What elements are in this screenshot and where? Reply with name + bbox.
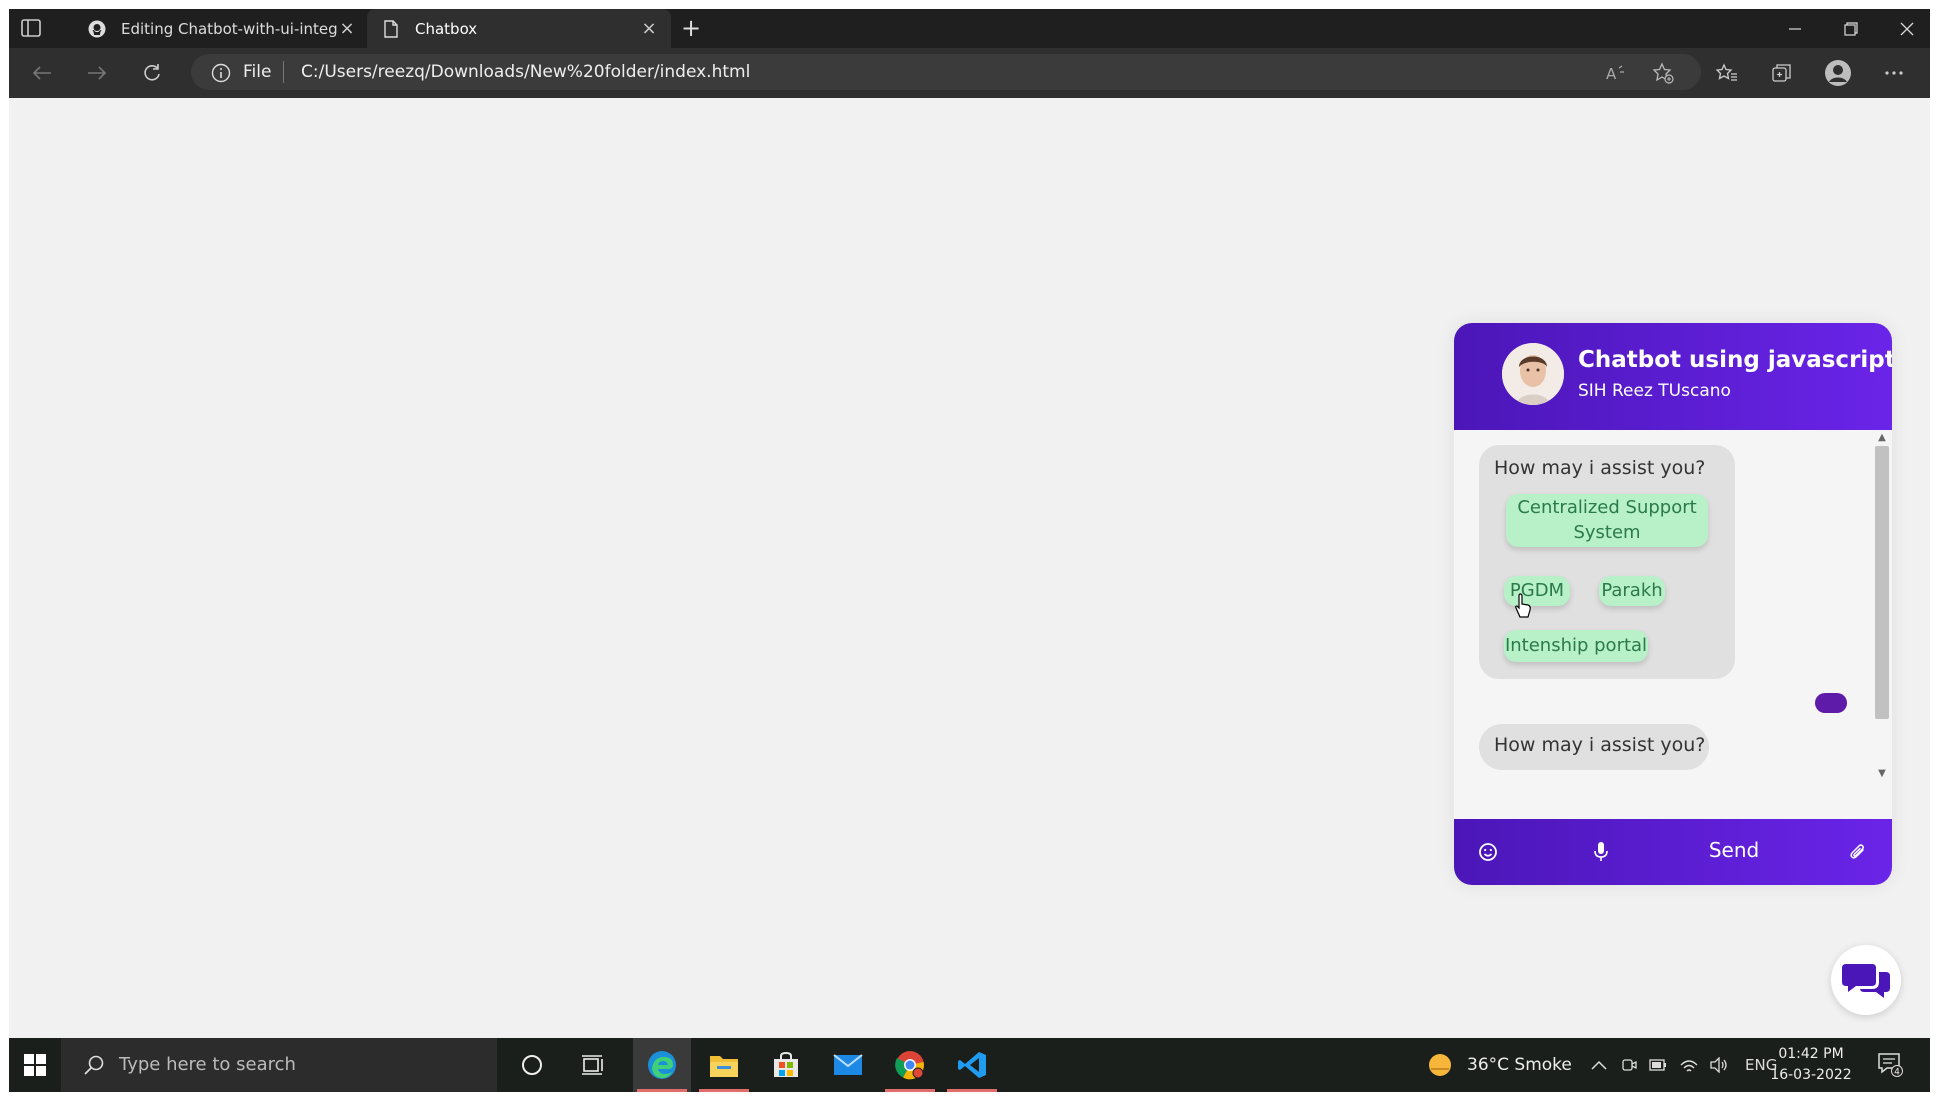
new-tab-button[interactable]: + (678, 15, 704, 41)
url-text[interactable]: C:/Users/reezq/Downloads/New%20folder/in… (301, 62, 750, 82)
user-message (1815, 693, 1847, 713)
active-indicator (699, 1089, 749, 1092)
edge-browser-icon[interactable] (633, 1038, 691, 1092)
weather-sun-icon (1429, 1054, 1451, 1076)
close-tab-icon[interactable]: × (337, 18, 357, 39)
scheme-label: File (243, 62, 272, 82)
taskbar-clock[interactable]: 01:42 PM 16-03-2022 (1769, 1044, 1853, 1086)
refresh-button[interactable] (137, 58, 167, 88)
notification-center-icon[interactable]: 4 (1877, 1051, 1903, 1078)
bot-message: How may i assist you? (1479, 724, 1709, 770)
forward-button[interactable] (82, 58, 112, 88)
windows-start-icon[interactable] (23, 1053, 47, 1077)
scrollbar-thumb[interactable] (1875, 446, 1889, 719)
cortana-icon[interactable] (503, 1038, 561, 1092)
tab-bar: Editing Chatbot-with-ui-integrat × Chatb… (9, 9, 1930, 48)
weather-text: 36°C Smoke (1467, 1055, 1572, 1075)
tab-title: Editing Chatbot-with-ui-integrat (121, 19, 337, 38)
show-hidden-icons-icon[interactable] (1591, 1038, 1607, 1092)
wifi-icon[interactable] (1679, 1038, 1699, 1092)
chat-title: Chatbot using javascript (1578, 347, 1892, 373)
bot-message: How may i assist you? Centralized Suppor… (1479, 445, 1735, 679)
back-button[interactable] (27, 58, 57, 88)
meet-now-icon[interactable] (1621, 1038, 1637, 1092)
active-indicator (885, 1089, 935, 1092)
info-icon[interactable] (211, 63, 231, 83)
read-aloud-icon[interactable]: A (1604, 61, 1628, 85)
close-tab-icon[interactable]: × (639, 18, 659, 39)
file-explorer-icon[interactable] (695, 1038, 753, 1092)
send-button[interactable]: Send (1699, 838, 1769, 862)
profile-icon[interactable] (1823, 58, 1853, 88)
task-view-icon[interactable] (564, 1038, 622, 1092)
search-placeholder: Type here to search (119, 1054, 296, 1075)
microsoft-store-icon[interactable] (757, 1038, 815, 1092)
chrome-icon[interactable] (881, 1038, 939, 1092)
taskbar: Type here to search 36°C Smoke ENG 01:42… (9, 1038, 1930, 1092)
active-indicator (947, 1089, 997, 1092)
svg-text:A: A (1606, 65, 1617, 82)
search-icon (83, 1054, 105, 1076)
volume-icon[interactable] (1709, 1038, 1729, 1092)
scroll-up-arrow-icon[interactable]: ▲ (1877, 432, 1887, 443)
tab-chatbox[interactable]: Chatbox × (367, 9, 671, 48)
omnibox[interactable]: File C:/Users/reezq/Downloads/New%20fold… (191, 54, 1701, 90)
clock-date: 16-03-2022 (1770, 1067, 1852, 1083)
more-menu-icon[interactable] (1879, 58, 1909, 88)
bot-message-text: How may i assist you? (1494, 734, 1706, 756)
vscode-icon[interactable] (943, 1038, 1001, 1092)
weather-widget[interactable]: 36°C Smoke (1427, 1038, 1572, 1092)
chat-bubbles-icon (1842, 964, 1890, 998)
scroll-down-arrow-icon[interactable]: ▼ (1877, 768, 1887, 779)
emoji-icon[interactable] (1476, 840, 1500, 864)
minimize-button[interactable] (1767, 9, 1823, 48)
chat-footer: Send (1454, 819, 1892, 885)
option-intenship-portal[interactable]: Intenship portal (1504, 630, 1648, 662)
battery-icon[interactable] (1649, 1038, 1667, 1092)
tab-title: Chatbox (415, 19, 478, 38)
clock-time: 01:42 PM (1778, 1046, 1844, 1062)
bot-message-text: How may i assist you? (1494, 457, 1706, 479)
microphone-icon[interactable] (1589, 840, 1613, 864)
chat-toggle-button[interactable] (1831, 945, 1901, 1015)
collections-icon[interactable] (1767, 58, 1797, 88)
add-favorite-icon[interactable] (1651, 61, 1675, 85)
tab-editing-chatbot[interactable]: Editing Chatbot-with-ui-integrat × (73, 9, 369, 48)
close-window-button[interactable] (1879, 9, 1930, 48)
browser-window: Editing Chatbot-with-ui-integrat × Chatb… (9, 9, 1930, 1092)
divider (283, 61, 284, 83)
chat-subtitle: SIH Reez TUscano (1578, 381, 1731, 401)
option-centralized-support-system[interactable]: Centralized Support System (1506, 494, 1708, 547)
taskbar-search[interactable]: Type here to search (61, 1038, 497, 1092)
attachment-icon[interactable] (1846, 840, 1870, 864)
restore-button[interactable] (1823, 9, 1879, 48)
tab-actions-icon[interactable] (21, 19, 41, 37)
avatar (1502, 343, 1564, 405)
favorites-icon[interactable] (1712, 58, 1742, 88)
page-icon (381, 19, 401, 39)
active-indicator (637, 1089, 687, 1092)
mouse-cursor-icon (1514, 593, 1532, 619)
notification-count: 4 (1894, 1068, 1900, 1078)
chat-header: Chatbot using javascript SIH Reez TUscan… (1454, 323, 1892, 430)
github-icon (87, 19, 107, 39)
option-parakh[interactable]: Parakh (1599, 576, 1665, 606)
address-bar: File C:/Users/reezq/Downloads/New%20fold… (9, 48, 1930, 98)
scrollbar[interactable]: ▲ ▼ (1872, 430, 1892, 805)
mail-icon[interactable] (819, 1038, 877, 1092)
